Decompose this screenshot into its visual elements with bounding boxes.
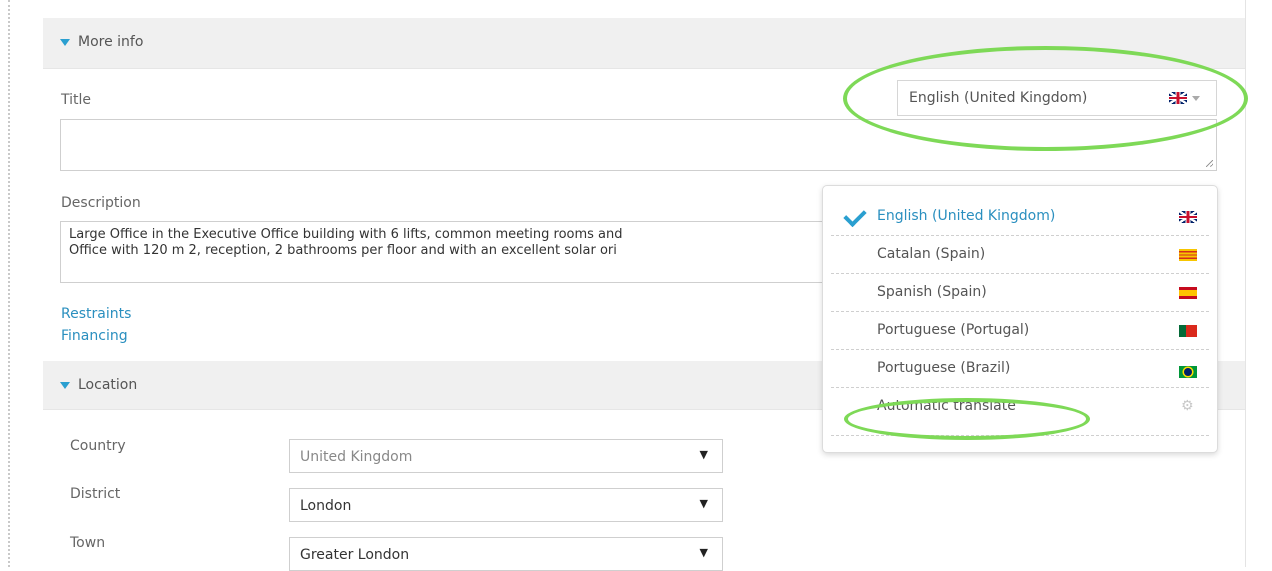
location-title: Location [78,377,138,393]
language-option-portuguese-brazil[interactable]: Portuguese (Brazil) [831,350,1209,388]
right-border-rule [1245,0,1246,567]
language-option-catalan[interactable]: Catalan (Spain) [831,236,1209,274]
language-select-value: English (United Kingdom) [909,90,1088,106]
description-label: Description [61,195,141,211]
checkmark-icon [843,203,867,228]
district-select[interactable]: London ▼ [289,488,723,522]
language-option-automatic-translate[interactable]: Automatic translate ⚙ [831,398,1209,436]
title-textarea[interactable] [60,119,1217,171]
uk-flag-icon [1169,92,1187,104]
country-value: United Kingdom [300,449,413,465]
language-option-label: Portuguese (Portugal) [877,322,1030,338]
more-info-section-header[interactable]: More info [43,18,1245,69]
caret-down-icon [60,38,70,46]
portugal-flag-icon [1179,325,1197,337]
gear-icon: ⚙ [1181,398,1194,414]
language-option-label: Automatic translate [877,398,1016,414]
country-select[interactable]: United Kingdom ▼ [289,439,723,473]
dropdown-arrow-icon: ▼ [699,546,708,559]
more-info-title: More info [78,34,144,50]
language-option-label: Catalan (Spain) [877,246,986,262]
brazil-flag-icon [1179,366,1197,378]
language-option-label: Portuguese (Brazil) [877,360,1011,376]
left-dotted-rule [8,0,10,567]
town-label: Town [70,535,106,551]
resize-handle-icon[interactable] [1206,160,1213,167]
language-dropdown-menu: English (United Kingdom) Catalan (Spain)… [822,185,1218,453]
financing-link[interactable]: Financing [61,328,128,344]
language-option-spanish[interactable]: Spanish (Spain) [831,274,1209,312]
catalan-flag-icon [1179,249,1197,261]
district-value: London [300,498,352,514]
language-option-english-uk[interactable]: English (United Kingdom) [831,198,1209,236]
dropdown-arrow-icon: ▼ [699,497,708,510]
language-select[interactable]: English (United Kingdom) [897,80,1217,116]
uk-flag-icon [1179,211,1197,223]
language-option-label: English (United Kingdom) [877,208,1056,224]
town-value: Greater London [300,547,410,563]
chevron-down-icon [1192,96,1200,101]
dropdown-arrow-icon: ▼ [699,448,708,461]
spain-flag-icon [1179,287,1197,299]
district-label: District [70,486,121,502]
language-option-label: Spanish (Spain) [877,284,987,300]
restraints-link[interactable]: Restraints [61,306,131,322]
language-option-portuguese-portugal[interactable]: Portuguese (Portugal) [831,312,1209,350]
title-label: Title [61,92,92,108]
caret-down-icon [60,381,70,389]
town-select[interactable]: Greater London ▼ [289,537,723,571]
country-label: Country [70,438,126,454]
